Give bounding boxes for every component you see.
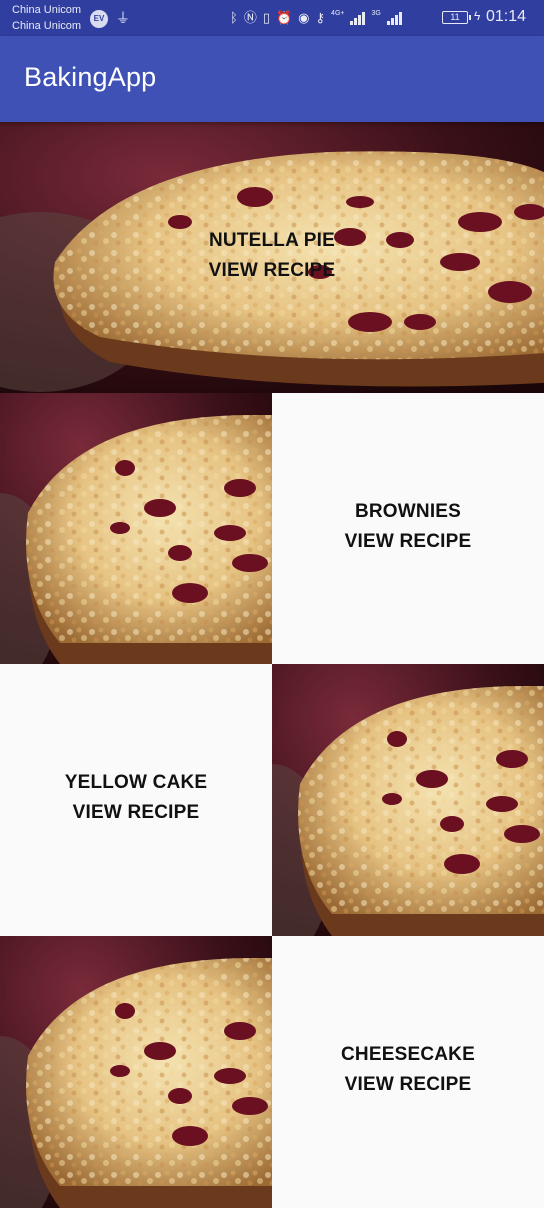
status-icons: ᛒ Ⓝ ▯ ⏰ ◉ ⚷ 4G+ 3G	[230, 8, 402, 28]
signal-icon-1	[350, 11, 366, 25]
recipe-caption: YELLOW CAKE VIEW RECIPE	[0, 768, 272, 828]
recipe-name: BROWNIES	[354, 501, 462, 522]
status-bar: China Unicom China Unicom EV ⏚ ᛒ Ⓝ ▯ ⏰ ◉…	[0, 0, 544, 36]
carrier-label-2: China Unicom	[12, 20, 82, 32]
recipe-photo	[0, 936, 272, 1208]
bluetooth-icon: ᛒ	[230, 10, 238, 25]
recipe-photo	[272, 664, 544, 936]
recipe-name: CHEESECAKE	[341, 1044, 475, 1065]
recipe-card[interactable]: CHEESECAKE VIEW RECIPE	[272, 936, 544, 1208]
alarm-icon: ⏰	[275, 10, 293, 25]
ev-badge: EV	[90, 10, 108, 28]
recipe-photo	[0, 393, 272, 664]
vibrate-icon: ▯	[262, 10, 270, 25]
network-3g-label: 3G	[371, 9, 381, 17]
carrier-label-1: China Unicom	[12, 4, 82, 16]
signal-icon-2	[386, 11, 402, 25]
key-icon: ⚷	[315, 10, 326, 25]
view-recipe-link[interactable]: VIEW RECIPE	[0, 256, 544, 286]
recipe-name: YELLOW CAKE	[64, 772, 208, 793]
recipe-caption: NUTELLA PIE VIEW RECIPE	[0, 226, 544, 286]
charging-icon: ϟ	[474, 9, 481, 23]
recipe-caption: BROWNIES VIEW RECIPE	[272, 497, 544, 557]
recipe-image-tile[interactable]	[0, 936, 272, 1208]
network-4g-label: 4G+	[331, 9, 345, 17]
battery-icon: 11	[442, 11, 471, 24]
clock: 01:14	[486, 8, 527, 25]
recipe-image-tile[interactable]	[272, 664, 544, 936]
recipe-card[interactable]: NUTELLA PIE VIEW RECIPE	[0, 122, 544, 393]
view-recipe-link[interactable]: VIEW RECIPE	[272, 1070, 544, 1100]
usb-icon: ⏚	[116, 10, 130, 26]
app-bar: BakingApp	[0, 36, 544, 122]
recipe-caption: CHEESECAKE VIEW RECIPE	[272, 1040, 544, 1100]
page-title: BakingApp	[24, 62, 157, 92]
view-recipe-link[interactable]: VIEW RECIPE	[0, 798, 272, 828]
view-recipe-link[interactable]: VIEW RECIPE	[272, 527, 544, 557]
recipe-name: NUTELLA PIE	[208, 230, 336, 251]
recipe-card[interactable]: BROWNIES VIEW RECIPE	[272, 393, 544, 664]
recipe-card[interactable]: YELLOW CAKE VIEW RECIPE	[0, 664, 272, 936]
eye-icon: ◉	[298, 10, 310, 25]
nfc-icon: Ⓝ	[243, 10, 257, 25]
recipe-image-tile[interactable]	[0, 393, 272, 664]
